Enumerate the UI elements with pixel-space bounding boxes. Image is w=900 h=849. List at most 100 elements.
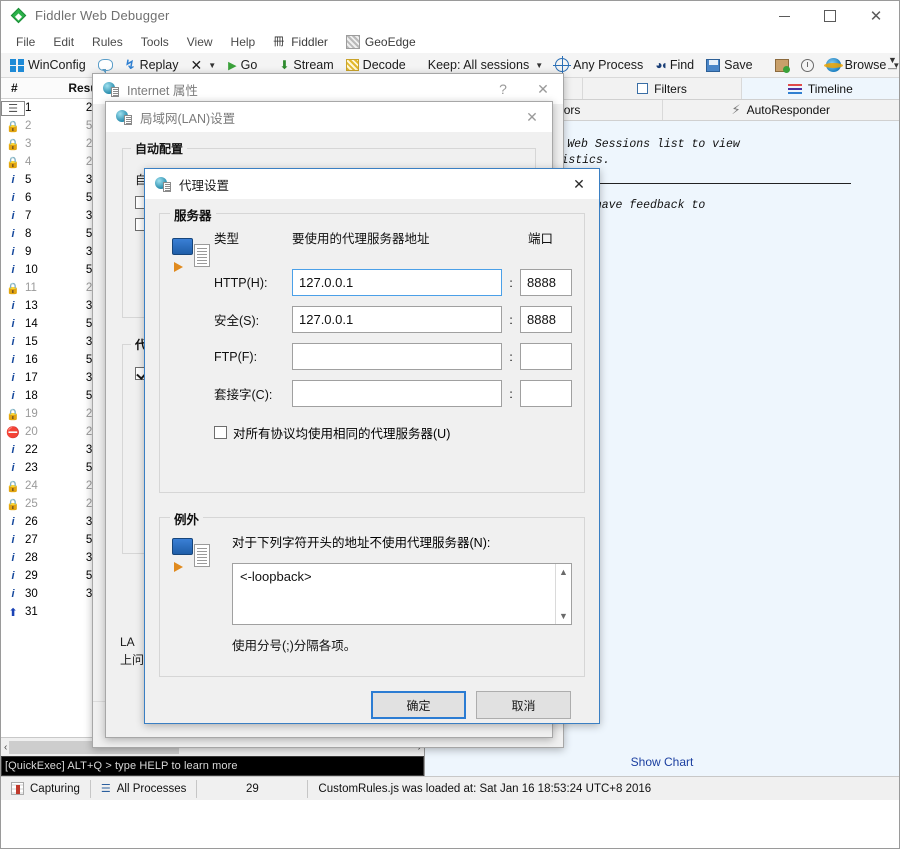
toolbar-comment[interactable] (93, 58, 118, 74)
menu-edit[interactable]: Edit (44, 33, 83, 51)
stream-icon: ⬇ (279, 58, 290, 72)
status-processes[interactable]: ☰ All Processes (91, 777, 197, 801)
proxy-cancel-button[interactable]: 取消 (476, 691, 571, 719)
proxy-same-for-all-row[interactable]: 对所有协议均使用相同的代理服务器(U) (214, 423, 572, 442)
toolbar-stream[interactable]: ⬇ Stream (274, 57, 338, 73)
proxy-secure-port-input[interactable]: 8888 (520, 306, 572, 333)
chevron-down-icon[interactable]: ▼ (535, 61, 543, 70)
chevron-down-icon[interactable]: ▼ (208, 61, 216, 70)
menu-file[interactable]: File (7, 33, 44, 51)
toolbar-any-process[interactable]: Any Process (550, 56, 648, 74)
tab-filters[interactable]: Filters (583, 78, 742, 99)
proxy-secure-address-input[interactable]: 127.0.0.1 (292, 306, 502, 333)
fiddler-diamond-icon (10, 7, 27, 24)
toolbar-overflow-icon[interactable]: ▼ — (888, 56, 897, 73)
tab-timeline[interactable]: Timeline (741, 78, 899, 99)
save-icon (706, 58, 721, 72)
info-icon: i (11, 174, 15, 186)
session-number: 18 (25, 390, 38, 402)
toolbar-winconfig-label: WinConfig (28, 58, 86, 72)
menu-view[interactable]: View (178, 33, 222, 51)
toolbar-find[interactable]: ◕◖ Find (650, 57, 699, 73)
help-icon[interactable]: ? (483, 74, 523, 104)
toolbar-decode-label: Decode (362, 58, 406, 72)
session-number: 24 (25, 480, 38, 492)
timer-icon (800, 58, 814, 72)
chevron-up-icon[interactable]: ▲ (559, 567, 568, 577)
proxy-socks-address-input[interactable] (292, 380, 502, 407)
menu-help[interactable]: Help (222, 33, 265, 51)
session-number: 17 (25, 372, 38, 384)
blocked-icon: ⛔ (6, 426, 20, 439)
proxy-settings-title: 代理设置 (179, 178, 230, 193)
session-number: 27 (25, 534, 38, 546)
proxy-settings-titlebar: 代理设置 ✕ (145, 169, 599, 199)
lock-icon: 🔒 (6, 408, 20, 421)
column-header-hash[interactable]: # (1, 81, 45, 95)
session-number: 29 (25, 570, 38, 582)
session-number: 31 (25, 606, 38, 618)
exception-scrollbar[interactable]: ▲ ▼ (555, 564, 571, 624)
session-number: 16 (25, 354, 38, 366)
browse-ie-icon (823, 58, 843, 72)
menu-tools[interactable]: Tools (132, 33, 178, 51)
toolbar-screenshot[interactable] (770, 58, 794, 73)
lan-footer-line-2: 上问 (120, 653, 145, 667)
toolbar-save-label: Save (724, 58, 753, 72)
internet-properties-titlebar: Internet 属性 ? ✕ (93, 74, 563, 104)
close-icon[interactable]: ✕ (512, 102, 552, 132)
toolbar-decode[interactable]: Decode (341, 57, 411, 73)
tab-autoresponder[interactable]: ⚡ AutoResponder (663, 100, 900, 120)
proxy-http-port-input[interactable]: 8888 (520, 269, 572, 296)
proxy-ftp-address-input[interactable] (292, 343, 502, 370)
toolbar-replay[interactable]: ↯ Replay (120, 56, 184, 74)
show-chart-link[interactable]: Show Chart (425, 748, 899, 776)
toolbar-save[interactable]: Save (701, 57, 758, 73)
close-icon[interactable]: ✕ (523, 74, 563, 104)
toolbar-any-process-label: Any Process (573, 58, 644, 72)
minimize-button[interactable] (761, 1, 807, 31)
toolbar-remove[interactable]: ✕ ▼ (186, 56, 222, 75)
toolbar-timer[interactable] (796, 58, 819, 73)
tab-filters-label: Filters (654, 81, 687, 96)
toolbar-winconfig[interactable]: WinConfig (5, 57, 91, 73)
lan-settings-titlebar: 局域网(LAN)设置 ✕ (106, 102, 552, 132)
replay-icon: ↯ (124, 57, 136, 72)
session-number: 11 (25, 282, 37, 294)
scroll-left-icon[interactable]: ‹ (4, 742, 7, 753)
toolbar-go[interactable]: ▶ Go (223, 57, 262, 73)
status-capturing-label: Capturing (30, 782, 80, 795)
session-number: 7 (25, 210, 32, 222)
proxy-col-type: 类型 (214, 232, 240, 246)
menu-fiddler[interactable]: 冊 Fiddler (264, 33, 337, 51)
toolbar-keep-sessions[interactable]: Keep: All sessions ▼ (423, 57, 548, 73)
session-number: 14 (25, 318, 38, 330)
proxy-exception-value: <-loopback> (240, 569, 312, 584)
status-capturing[interactable]: Capturing (1, 777, 90, 801)
close-icon[interactable]: ✕ (559, 169, 599, 199)
menu-geoedge[interactable]: GeoEdge (337, 33, 425, 51)
lock-icon: 🔒 (6, 120, 20, 133)
toolbar-browse-label: Browse (844, 58, 887, 72)
close-icon[interactable]: ✕ (853, 1, 899, 31)
lock-icon: 🔒 (6, 282, 20, 295)
filters-icon (637, 83, 649, 94)
chevron-down-icon[interactable]: ▼ (559, 611, 568, 621)
session-number: 5 (25, 174, 32, 186)
proxy-secure-label: 安全(S): (214, 314, 260, 328)
maximize-button[interactable] (807, 1, 853, 31)
session-number: 15 (25, 336, 38, 348)
proxy-same-for-all-checkbox[interactable] (214, 426, 227, 439)
proxy-http-address-input[interactable]: 127.0.0.1 (292, 269, 502, 296)
proxy-ftp-port-input[interactable] (520, 343, 572, 370)
proxy-ok-button[interactable]: 确定 (371, 691, 466, 719)
info-icon: i (11, 336, 15, 348)
info-icon: i (11, 444, 15, 456)
find-binoculars-icon: ◕◖ (655, 58, 667, 72)
session-number: 4 (25, 156, 32, 168)
target-icon (553, 56, 572, 74)
menu-rules[interactable]: Rules (83, 33, 132, 51)
proxy-exception-textarea[interactable]: <-loopback> ▲ ▼ (232, 563, 572, 625)
proxy-socks-port-input[interactable] (520, 380, 572, 407)
quickexec-input[interactable]: [QuickExec] ALT+Q > type HELP to learn m… (1, 756, 424, 776)
